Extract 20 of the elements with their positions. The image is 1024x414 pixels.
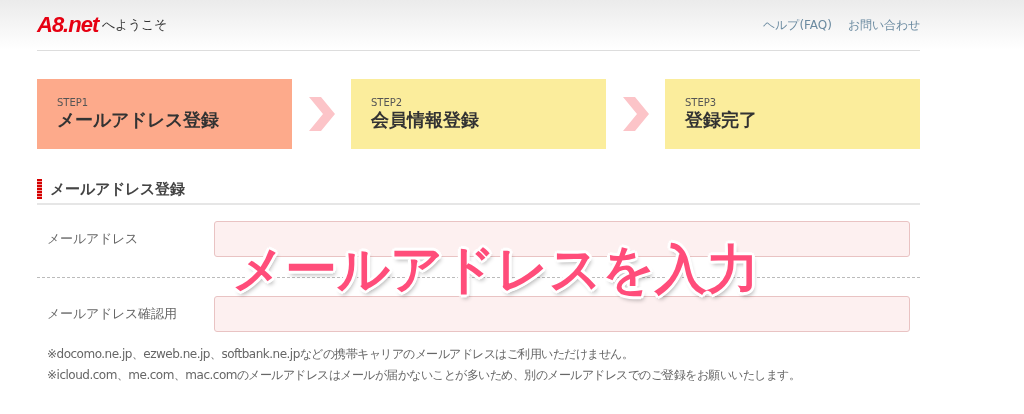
input-field[interactable] — [214, 296, 910, 332]
welcome-text: へようこそ — [102, 16, 168, 34]
section-title: メールアドレス登録 — [50, 179, 185, 199]
step-number: STEP3 — [685, 96, 718, 108]
field-label: メールアドレス確認用 — [47, 305, 178, 323]
logo[interactable]: A8.net — [37, 12, 99, 38]
step-label: 会員情報登録 — [371, 107, 480, 132]
step-label: メールアドレス登録 — [57, 107, 220, 132]
section-marker-icon — [37, 179, 42, 199]
step-number: STEP2 — [371, 96, 404, 108]
chevron-icon — [620, 97, 651, 131]
step-label: 登録完了 — [685, 107, 758, 132]
overlay-caption: メールアドレスを入力 — [232, 243, 759, 295]
step-number: STEP1 — [57, 96, 90, 108]
note-text: ※icloud.com、me.com、mac.comのメールアドレスはメールが届かないことが多いため、別のメールアドレスでのご登録をお願いいたします。 — [47, 367, 802, 384]
field-label: メールアドレス — [47, 230, 139, 248]
chevron-icon — [306, 97, 337, 131]
header-link[interactable]: お問い合わせ — [848, 16, 920, 34]
note-text: ※docomo.ne.jp、ezweb.ne.jp、softbank.ne.jpなどの携帯キャリアのメールアドレスはご利用いただけません。 — [47, 346, 635, 363]
header-link[interactable]: ヘルプ(FAQ) — [763, 16, 832, 34]
